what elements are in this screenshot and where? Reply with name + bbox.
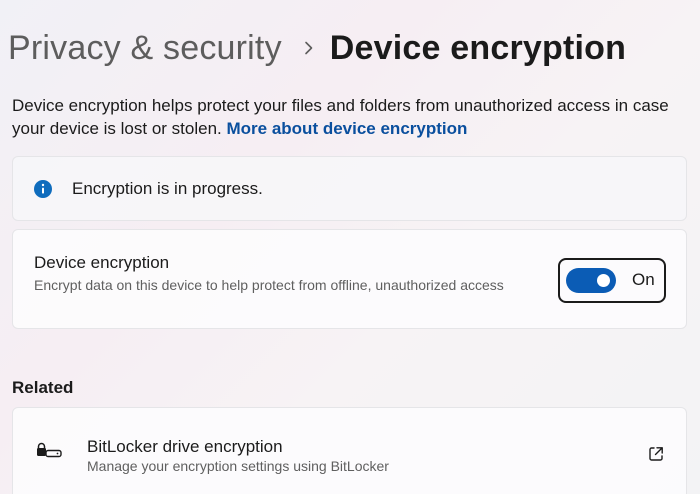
toggle-track (566, 268, 616, 293)
bitlocker-description: Manage your encryption settings using Bi… (87, 458, 389, 474)
info-icon (33, 179, 53, 199)
bitlocker-title: BitLocker drive encryption (87, 437, 283, 456)
toggle-state-label: On (632, 270, 655, 289)
page-title: Device encryption (329, 28, 627, 67)
breadcrumb-privacy-security[interactable]: Privacy & security (8, 29, 282, 68)
device-encryption-toggle[interactable]: On (558, 258, 666, 303)
encryption-status-banner: Encryption is in progress. (12, 156, 687, 221)
breadcrumb: Privacy & security Device encryption (8, 24, 626, 72)
bitlocker-drive-encryption-link[interactable]: BitLocker drive encryption Manage your e… (12, 407, 687, 494)
external-link-icon (647, 445, 665, 463)
device-encryption-description: Encrypt data on this device to help prot… (34, 277, 504, 293)
device-encryption-title: Device encryption (34, 253, 170, 272)
related-heading: Related (12, 378, 74, 397)
toggle-thumb (597, 274, 610, 287)
chevron-right-icon (304, 41, 314, 55)
page-description: Device encryption helps protect your fil… (12, 94, 692, 140)
device-encryption-setting-card: Device encryption Encrypt data on this d… (12, 229, 687, 329)
bitlocker-key-icon (35, 442, 63, 460)
encryption-status-text: Encryption is in progress. (72, 179, 263, 198)
more-about-device-encryption-link[interactable]: More about device encryption (227, 119, 468, 138)
